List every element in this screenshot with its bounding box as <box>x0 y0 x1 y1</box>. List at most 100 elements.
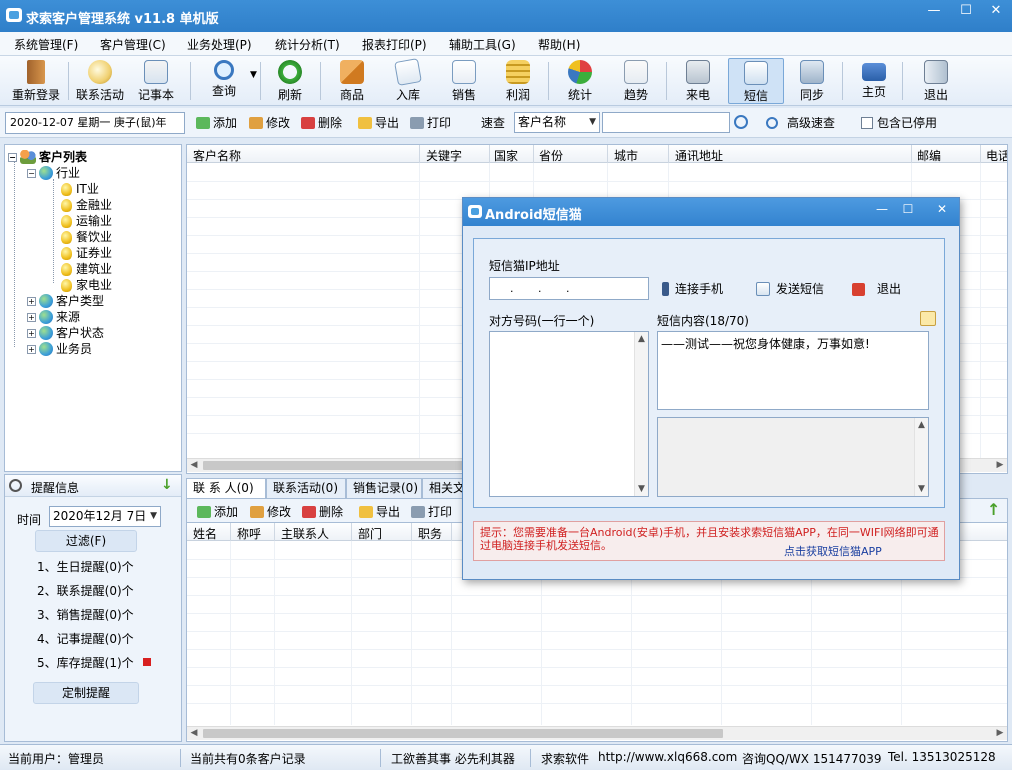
stock-in-button[interactable]: 入库 <box>380 58 436 104</box>
tab-contacts[interactable]: 联 系 人(0) <box>186 478 266 498</box>
notes-reminder[interactable]: 4、记事提醒(0)个 <box>37 630 134 647</box>
column-header[interactable]: 国家 <box>494 147 518 164</box>
column-header[interactable]: 邮编 <box>917 147 941 164</box>
arrow-up-icon[interactable]: ↑ <box>987 500 1000 519</box>
column-header[interactable]: 主联系人 <box>281 525 329 542</box>
notebook-button[interactable]: 记事本 <box>128 58 184 104</box>
column-header[interactable]: 省份 <box>539 147 563 164</box>
contact-reminder[interactable]: 2、联系提醒(0)个 <box>37 582 134 599</box>
search-icon[interactable] <box>734 115 748 129</box>
scroll-up-icon[interactable]: ▲ <box>915 418 928 432</box>
menu-customer[interactable]: 客户管理(C) <box>100 36 166 53</box>
collapse-icon[interactable]: − <box>27 169 36 178</box>
include-disabled-checkbox[interactable] <box>861 117 873 129</box>
menu-help[interactable]: 帮助(H) <box>538 36 580 53</box>
scroll-left-icon[interactable]: ◀ <box>187 459 201 473</box>
maximize-button[interactable]: ☐ <box>950 0 982 24</box>
scroll-down-icon[interactable]: ▼ <box>915 482 928 496</box>
horizontal-scrollbar[interactable]: ◀ ▶ <box>187 726 1007 740</box>
dialog-close-button[interactable]: ✕ <box>929 200 955 220</box>
homepage-button[interactable]: 主页 <box>846 58 902 104</box>
collapse-icon[interactable]: − <box>8 153 17 162</box>
reminder-date-picker[interactable]: 2020年12月 7日▼ <box>49 506 161 527</box>
tree-node-catering[interactable]: 餐饮业 <box>61 228 112 245</box>
search-input[interactable] <box>602 112 730 133</box>
dialog-exit-button[interactable]: 退出 <box>852 280 901 297</box>
menu-business[interactable]: 业务处理(P) <box>187 36 252 53</box>
contact-export-button[interactable]: 导出 <box>359 503 400 520</box>
column-header[interactable]: 通讯地址 <box>675 147 723 164</box>
expand-icon[interactable]: + <box>27 313 36 322</box>
tree-node-finance[interactable]: 金融业 <box>61 196 112 213</box>
delete-button[interactable]: 删除 <box>301 114 342 131</box>
statistics-button[interactable]: 统计 <box>552 58 608 104</box>
custom-reminder-button[interactable]: 定制提醒 <box>33 682 139 704</box>
arrow-down-icon[interactable]: ↓ <box>161 477 173 493</box>
tree-node-source[interactable]: +来源 <box>27 308 80 325</box>
tree-node-securities[interactable]: 证券业 <box>61 244 112 261</box>
scrollbar-thumb[interactable] <box>203 729 723 738</box>
scroll-right-icon[interactable]: ▶ <box>993 459 1007 473</box>
exit-button[interactable]: 退出 <box>908 58 964 104</box>
ip-address-input[interactable]: . . . <box>489 277 649 300</box>
contact-edit-button[interactable]: 修改 <box>250 503 291 520</box>
birthday-reminder[interactable]: 1、生日提醒(0)个 <box>37 558 134 575</box>
stock-reminder[interactable]: 5、库存提醒(1)个 <box>37 654 134 671</box>
scroll-up-icon[interactable]: ▲ <box>635 332 648 346</box>
vertical-scrollbar[interactable]: ▲▼ <box>914 418 928 496</box>
scroll-left-icon[interactable]: ◀ <box>187 727 201 741</box>
connect-phone-button[interactable]: 连接手机 <box>662 280 723 297</box>
export-button[interactable]: 导出 <box>358 114 399 131</box>
filter-button[interactable]: 过滤(F) <box>35 530 137 552</box>
scroll-right-icon[interactable]: ▶ <box>993 727 1007 741</box>
menu-statistics[interactable]: 统计分析(T) <box>275 36 340 53</box>
incoming-call-button[interactable]: 来电 <box>670 58 726 104</box>
tree-node-customer-type[interactable]: +客户类型 <box>27 292 104 309</box>
tree-node-industry[interactable]: −行业 <box>27 164 80 181</box>
send-sms-button[interactable]: 发送短信 <box>756 280 824 297</box>
profit-button[interactable]: 利润 <box>490 58 546 104</box>
expand-icon[interactable]: + <box>27 297 36 306</box>
tree-node-transport[interactable]: 运输业 <box>61 212 112 229</box>
minimize-button[interactable]: — <box>918 0 950 24</box>
query-dropdown-icon[interactable]: ▼ <box>250 70 257 80</box>
column-header[interactable]: 关键字 <box>426 147 462 164</box>
menu-report[interactable]: 报表打印(P) <box>362 36 427 53</box>
tree-node-construction[interactable]: 建筑业 <box>61 260 112 277</box>
advanced-search-button[interactable]: 高级速查 <box>766 114 835 131</box>
column-header[interactable]: 城市 <box>614 147 638 164</box>
close-button[interactable]: ✕ <box>980 0 1012 24</box>
edit-button[interactable]: 修改 <box>249 114 290 131</box>
scroll-down-icon[interactable]: ▼ <box>635 482 648 496</box>
tab-sales-records[interactable]: 销售记录(0) <box>346 478 422 498</box>
trend-button[interactable]: 趋势 <box>608 58 664 104</box>
column-header[interactable]: 称呼 <box>237 525 261 542</box>
menu-tools[interactable]: 辅助工具(G) <box>449 36 516 53</box>
column-header[interactable]: 部门 <box>358 525 382 542</box>
expand-icon[interactable]: + <box>27 329 36 338</box>
column-header[interactable]: 电话 <box>986 147 1008 164</box>
refresh-button[interactable]: 刷新 <box>262 58 318 104</box>
tab-contact-activity[interactable]: 联系活动(0) <box>266 478 346 498</box>
goods-button[interactable]: 商品 <box>324 58 380 104</box>
phone-numbers-textarea[interactable]: ▲▼ <box>489 331 649 497</box>
contact-print-button[interactable]: 打印 <box>411 503 452 520</box>
dialog-maximize-button[interactable]: ☐ <box>895 200 921 220</box>
tree-node-salesperson[interactable]: +业务员 <box>27 340 92 357</box>
menu-system[interactable]: 系统管理(F) <box>14 36 78 53</box>
tree-node-customer-status[interactable]: +客户状态 <box>27 324 104 341</box>
get-app-link[interactable]: 点击获取短信猫APP <box>782 543 882 559</box>
sms-content-textarea[interactable]: ——测试——祝您身体健康，万事如意! <box>657 331 929 410</box>
sales-button[interactable]: 销售 <box>436 58 492 104</box>
contact-add-button[interactable]: 添加 <box>197 503 238 520</box>
sync-button[interactable]: 同步 <box>784 58 840 104</box>
clock-icon[interactable] <box>920 311 936 326</box>
vertical-scrollbar[interactable]: ▲▼ <box>634 332 648 496</box>
dialog-minimize-button[interactable]: — <box>869 200 895 220</box>
sales-reminder[interactable]: 3、销售提醒(0)个 <box>37 606 134 623</box>
print-button[interactable]: 打印 <box>410 114 451 131</box>
add-button[interactable]: 添加 <box>196 114 237 131</box>
tree-root[interactable]: −客户列表 <box>8 148 87 165</box>
relogin-button[interactable]: 重新登录 <box>8 58 64 104</box>
tree-node-it[interactable]: IT业 <box>61 180 99 197</box>
